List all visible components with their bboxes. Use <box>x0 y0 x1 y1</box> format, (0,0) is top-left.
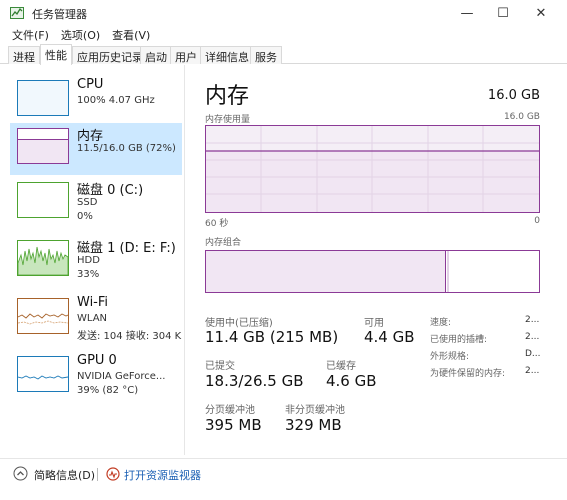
footer-bar: 简略信息(D) 打开资源监视器 <box>0 458 567 488</box>
sidebar-item-gpu-0[interactable]: GPU 0 NVIDIA GeForce... 39% (82 °C) <box>10 351 182 403</box>
performance-sidebar: CPU 100% 4.07 GHz 内存 11.5/16.0 GB (72%) … <box>0 65 185 455</box>
chevron-up-icon <box>13 466 28 481</box>
sidebar-item-detail: NVIDIA GeForce... <box>77 371 166 382</box>
memory-thumbnail-graph <box>17 128 69 164</box>
modified-segment <box>447 251 449 292</box>
tab-bar: 进程 性能 应用历史记录 启动 用户 详细信息 服务 <box>0 44 567 65</box>
task-manager-icon <box>10 7 24 19</box>
sidebar-item-detail: HDD <box>77 255 100 266</box>
sidebar-item-usage: 33% <box>77 269 100 280</box>
menu-bar: 文件(F) 选项(O) 查看(V) <box>0 26 567 44</box>
close-icon: ✕ <box>535 5 547 21</box>
tab-processes[interactable]: 进程 <box>8 46 40 64</box>
memory-usage-graph <box>205 125 540 213</box>
sidebar-item-detail: WLAN <box>77 313 108 324</box>
paged-pool-value: 395 MB <box>205 416 262 434</box>
committed-label: 已提交 <box>205 361 235 372</box>
sidebar-item-wifi[interactable]: Wi-Fi WLAN 发送: 104 接收: 304 K <box>10 293 182 345</box>
spec-slots-label: 已使用的插槽: <box>430 335 488 345</box>
sidebar-item-title: Wi-Fi <box>77 295 109 310</box>
open-resource-monitor-link[interactable]: 打开资源监视器 <box>104 464 224 484</box>
menu-view[interactable]: 查看(V) <box>112 27 150 43</box>
cached-value: 4.6 GB <box>326 372 377 390</box>
graph-label: 内存使用量 <box>205 115 251 125</box>
window-title: 任务管理器 <box>32 8 87 21</box>
sidebar-item-title: CPU <box>77 77 104 92</box>
disk1-thumbnail-graph <box>17 240 69 276</box>
disk0-thumbnail-graph <box>17 182 69 218</box>
sidebar-item-title: GPU 0 <box>77 353 117 368</box>
sidebar-item-disk-1[interactable]: 磁盘 1 (D: E: F:) HDD 33% <box>10 235 182 287</box>
resource-monitor-icon <box>106 467 120 481</box>
open-resource-monitor-label: 打开资源监视器 <box>124 469 201 482</box>
committed-value: 18.3/26.5 GB <box>205 372 304 390</box>
minimize-button[interactable]: — <box>447 0 487 26</box>
graph-max-label: 16.0 GB <box>503 112 540 122</box>
brief-info-label: 简略信息(D) <box>34 469 96 482</box>
sidebar-item-detail: 11.5/16.0 GB (72%) <box>77 143 176 154</box>
cached-label: 已缓存 <box>326 361 356 372</box>
in-use-value: 11.4 GB (215 MB) <box>205 328 339 346</box>
spec-form-factor-label: 外形规格: <box>430 352 470 362</box>
sidebar-item-throughput: 发送: 104 接收: 304 K <box>77 331 182 342</box>
task-manager-window: 任务管理器 — ☐ ✕ 文件(F) 选项(O) 查看(V) 进程 性能 应用历史… <box>0 0 567 500</box>
spec-form-factor-value: D... <box>525 349 541 359</box>
tab-details[interactable]: 详细信息 <box>200 46 254 64</box>
sidebar-item-usage: 0% <box>77 211 93 222</box>
tab-performance[interactable]: 性能 <box>40 44 72 65</box>
wifi-thumbnail-graph <box>17 298 69 334</box>
maximize-icon: ☐ <box>497 5 509 21</box>
spec-speed-label: 速度: <box>430 318 452 328</box>
minimize-icon: — <box>460 5 474 21</box>
nonpaged-pool-label: 非分页缓冲池 <box>285 405 345 416</box>
menu-file[interactable]: 文件(F) <box>12 27 49 43</box>
in-use-segment <box>206 251 446 292</box>
cpu-thumbnail-graph <box>17 80 69 116</box>
composition-label: 内存组合 <box>205 238 242 248</box>
close-button[interactable]: ✕ <box>521 0 561 26</box>
sidebar-item-detail: SSD <box>77 197 98 208</box>
tab-app-history[interactable]: 应用历史记录 <box>72 46 148 64</box>
footer-divider <box>97 468 98 481</box>
spec-reserved-value: 2... <box>525 366 540 376</box>
spec-reserved-label: 为硬件保留的内存: <box>430 369 506 379</box>
spec-speed-value: 2... <box>525 315 540 325</box>
tab-users[interactable]: 用户 <box>170 46 202 64</box>
sidebar-item-usage: 39% (82 °C) <box>77 385 139 396</box>
graph-zero-label: 0 <box>534 216 540 226</box>
available-value: 4.4 GB <box>364 328 415 346</box>
sidebar-item-title: 内存 <box>77 129 104 144</box>
sidebar-item-title: 磁盘 1 (D: E: F:) <box>77 241 176 256</box>
nonpaged-pool-value: 329 MB <box>285 416 342 434</box>
maximize-button[interactable]: ☐ <box>483 0 523 26</box>
graph-time-label: 60 秒 <box>205 219 229 229</box>
sidebar-item-memory[interactable]: 内存 11.5/16.0 GB (72%) <box>10 123 182 175</box>
sidebar-item-cpu[interactable]: CPU 100% 4.07 GHz <box>10 75 182 127</box>
tab-services[interactable]: 服务 <box>250 46 282 64</box>
total-memory: 16.0 GB <box>487 88 540 103</box>
title-bar[interactable]: 任务管理器 — ☐ ✕ <box>0 0 567 26</box>
sidebar-item-detail: 100% 4.07 GHz <box>77 95 155 106</box>
menu-options[interactable]: 选项(O) <box>61 27 100 43</box>
spec-slots-value: 2... <box>525 332 540 342</box>
sidebar-item-disk-0[interactable]: 磁盘 0 (C:) SSD 0% <box>10 177 182 229</box>
memory-composition-bar <box>205 250 540 293</box>
sidebar-item-title: 磁盘 0 (C:) <box>77 183 144 198</box>
paged-pool-label: 分页缓冲池 <box>205 405 255 416</box>
page-title: 内存 <box>205 84 250 109</box>
in-use-label: 使用中(已压缩) <box>205 318 273 329</box>
gpu-thumbnail-graph <box>17 356 69 392</box>
available-label: 可用 <box>364 318 384 329</box>
tab-startup[interactable]: 启动 <box>140 46 172 64</box>
